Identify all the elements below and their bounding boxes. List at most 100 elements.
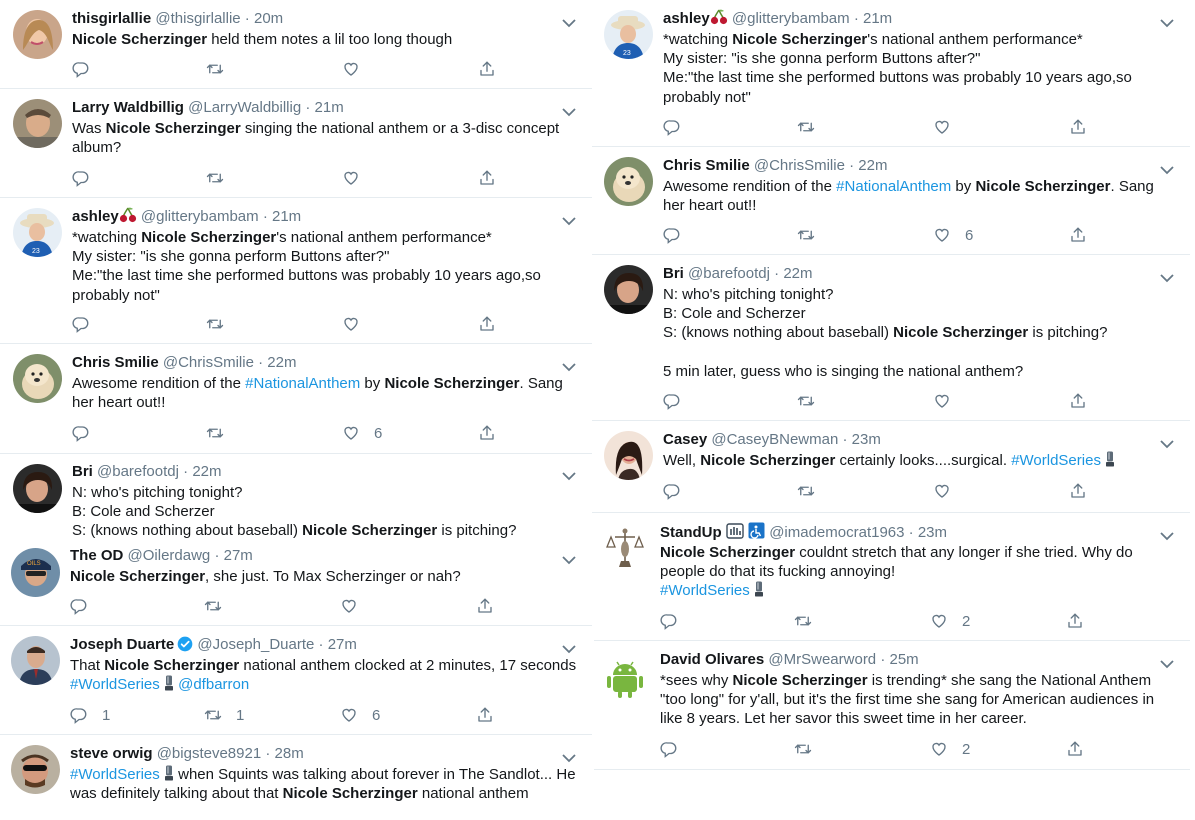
avatar[interactable] — [11, 636, 60, 685]
share-button[interactable] — [1069, 480, 1087, 502]
timestamp[interactable]: 22m — [192, 463, 221, 480]
like-button[interactable]: 6 — [340, 704, 380, 726]
timestamp[interactable]: 21m — [315, 99, 344, 116]
like-button[interactable] — [933, 390, 951, 412]
tweet[interactable]: Bri @barefootdj · 22m N: who's pitching t… — [0, 454, 592, 544]
reply-button[interactable] — [72, 313, 90, 335]
timestamp[interactable]: 20m — [254, 10, 283, 27]
tweet[interactable]: steve orwig @bigsteve8921 · 28m #WorldSer… — [0, 735, 592, 820]
avatar[interactable] — [601, 523, 650, 572]
avatar[interactable] — [604, 157, 653, 206]
retweet-button[interactable] — [797, 480, 815, 502]
retweet-button[interactable] — [797, 224, 815, 246]
user-handle[interactable]: @imademocrat1963 — [769, 524, 904, 541]
reply-button[interactable] — [663, 390, 681, 412]
like-button[interactable]: 6 — [933, 224, 973, 246]
timestamp[interactable]: 23m — [852, 431, 881, 448]
share-button[interactable] — [478, 313, 496, 335]
share-button[interactable] — [478, 58, 496, 80]
retweet-button[interactable] — [797, 116, 815, 138]
user-handle[interactable]: @Joseph_Duarte — [197, 636, 314, 653]
share-button[interactable] — [478, 422, 496, 444]
user-handle[interactable]: @barefootdj — [97, 463, 179, 480]
display-name[interactable]: Larry Waldbillig — [72, 99, 184, 116]
chevron-down-icon[interactable] — [1160, 15, 1174, 28]
share-button[interactable] — [1069, 224, 1087, 246]
chevron-down-icon[interactable] — [562, 359, 576, 372]
display-name[interactable]: Casey — [663, 431, 707, 448]
reply-button[interactable] — [663, 224, 681, 246]
reply-button[interactable] — [660, 610, 678, 632]
like-button[interactable] — [933, 480, 951, 502]
like-button[interactable] — [342, 58, 360, 80]
display-name[interactable]: thisgirlallie — [72, 10, 151, 27]
timestamp[interactable]: 27m — [224, 547, 253, 564]
avatar[interactable]: 23 — [604, 10, 653, 59]
avatar[interactable] — [11, 745, 60, 794]
like-button[interactable] — [342, 313, 360, 335]
retweet-button[interactable] — [206, 58, 224, 80]
hashtag-link[interactable]: #WorldSeries — [70, 766, 160, 783]
timestamp[interactable]: 23m — [918, 524, 947, 541]
display-name[interactable]: Joseph Duarte — [70, 636, 174, 653]
avatar[interactable] — [604, 431, 653, 480]
share-button[interactable] — [1066, 610, 1084, 632]
tweet[interactable]: 23 ashley @glitterybambam · 21m *watching … — [592, 0, 1190, 147]
user-handle[interactable]: @thisgirlallie — [155, 10, 240, 27]
retweet-button[interactable] — [204, 595, 222, 617]
like-button[interactable]: 2 — [930, 610, 970, 632]
share-button[interactable] — [478, 167, 496, 189]
like-button[interactable] — [340, 595, 358, 617]
user-handle[interactable]: @Oilerdawg — [128, 547, 211, 564]
avatar[interactable] — [13, 10, 62, 59]
hashtag-link[interactable]: #WorldSeries — [660, 582, 750, 599]
like-button[interactable]: 6 — [342, 422, 382, 444]
reply-button[interactable] — [660, 738, 678, 760]
display-name[interactable]: ashley — [72, 208, 119, 225]
user-handle[interactable]: @barefootdj — [688, 265, 770, 282]
user-handle[interactable]: @MrSwearword — [768, 651, 876, 668]
chevron-down-icon[interactable] — [562, 552, 576, 565]
reply-button[interactable] — [70, 595, 88, 617]
chevron-down-icon[interactable] — [562, 750, 576, 763]
tweet[interactable]: Bri @barefootdj · 22m N: who's pitching t… — [592, 255, 1190, 421]
retweet-button[interactable] — [797, 390, 815, 412]
chevron-down-icon[interactable] — [562, 15, 576, 28]
tweet[interactable]: Joseph Duarte @Joseph_Duarte · 27m That N… — [0, 626, 592, 735]
reply-button[interactable] — [72, 167, 90, 189]
avatar[interactable]: 23 — [13, 208, 62, 257]
chevron-down-icon[interactable] — [562, 213, 576, 226]
share-button[interactable] — [1069, 116, 1087, 138]
share-button[interactable] — [476, 704, 494, 726]
hashtag-link[interactable]: #NationalAnthem — [836, 178, 951, 195]
hashtag-link[interactable]: #WorldSeries — [1011, 452, 1101, 469]
hashtag-link[interactable]: #NationalAnthem — [245, 375, 360, 392]
retweet-button[interactable] — [206, 313, 224, 335]
timestamp[interactable]: 25m — [890, 651, 919, 668]
avatar[interactable] — [604, 265, 653, 314]
retweet-button[interactable]: 1 — [204, 704, 244, 726]
tweet[interactable]: OILS The OD @Oilerdawg · 27m Nicole Scherz… — [0, 544, 592, 626]
reply-button[interactable] — [663, 480, 681, 502]
tweet[interactable]: StandUp @imademocrat1963 · 23m Nicole Sch… — [594, 513, 1190, 641]
display-name[interactable]: Chris Smilie — [663, 157, 750, 174]
display-name[interactable]: David Olivares — [660, 651, 764, 668]
retweet-button[interactable] — [206, 422, 224, 444]
hashtag-link[interactable]: #WorldSeries — [70, 676, 160, 693]
reply-button[interactable] — [72, 58, 90, 80]
chevron-down-icon[interactable] — [562, 104, 576, 117]
tweet[interactable]: Casey @CaseyBNewman · 23m Well, Nicole Sc… — [592, 421, 1190, 513]
tweet[interactable]: Larry Waldbillig @LarryWaldbillig · 21m W… — [0, 89, 592, 198]
chevron-down-icon[interactable] — [562, 641, 576, 654]
user-handle[interactable]: @ChrisSmilie — [163, 354, 254, 371]
user-handle[interactable]: @glitterybambam — [141, 208, 259, 225]
display-name[interactable]: Bri — [72, 463, 93, 480]
timestamp[interactable]: 28m — [275, 745, 304, 762]
retweet-button[interactable] — [206, 167, 224, 189]
like-button[interactable]: 2 — [930, 738, 970, 760]
user-handle[interactable]: @LarryWaldbillig — [188, 99, 301, 116]
display-name[interactable]: The OD — [70, 547, 123, 564]
avatar[interactable] — [13, 464, 62, 513]
timestamp[interactable]: 22m — [858, 157, 887, 174]
timestamp[interactable]: 27m — [328, 636, 357, 653]
